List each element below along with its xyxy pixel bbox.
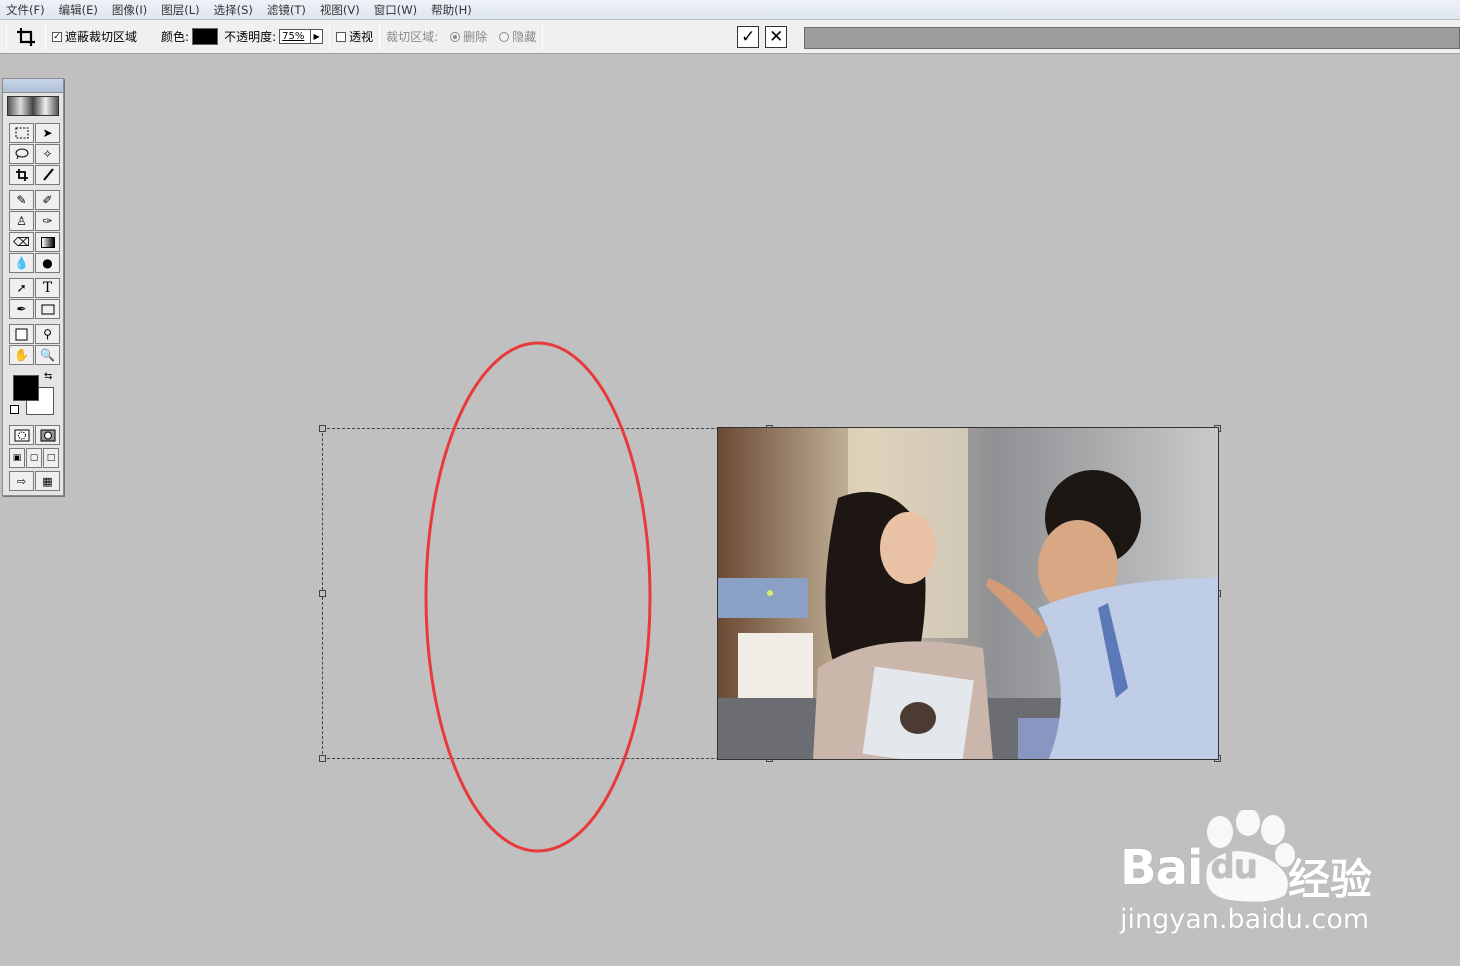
eyedropper-icon[interactable]: ⚲: [35, 324, 60, 344]
magic-wand-icon[interactable]: ✧: [35, 144, 60, 164]
jump-to-imageready-icon[interactable]: ⇨: [9, 471, 34, 491]
color-selector: ⇆: [10, 371, 60, 417]
opacity-field[interactable]: 75% ▶: [279, 29, 324, 44]
crop-icon[interactable]: [9, 165, 34, 185]
watermark-brand: Bai: [1120, 840, 1203, 896]
slice-icon[interactable]: [35, 165, 60, 185]
quick-mask-icon[interactable]: [35, 425, 60, 445]
divider: [542, 23, 544, 50]
clone-stamp-icon[interactable]: ♙: [9, 211, 34, 231]
gradient-icon[interactable]: [35, 232, 60, 252]
watermark-brand-du: du: [1210, 847, 1258, 887]
opacity-arrow-icon[interactable]: ▶: [310, 30, 322, 43]
menu-window[interactable]: 窗口(W): [374, 2, 417, 18]
path-select-icon[interactable]: ➚: [9, 278, 34, 298]
type-icon[interactable]: T: [35, 278, 60, 298]
menu-image[interactable]: 图像(I): [112, 2, 147, 18]
rect-marquee-icon[interactable]: [9, 123, 34, 143]
menu-edit[interactable]: 编辑(E): [59, 2, 98, 18]
crop-handle-top-left[interactable]: [319, 425, 326, 432]
delete-radio-dot[interactable]: [450, 31, 461, 42]
perspective-checkbox[interactable]: 透视: [336, 28, 373, 45]
divider: [329, 23, 331, 50]
shield-checkbox-box[interactable]: ✓: [52, 31, 62, 42]
shield-color-swatch[interactable]: [192, 28, 219, 45]
rectangle-shape-icon[interactable]: [35, 299, 60, 319]
history-brush-icon[interactable]: ✑: [35, 211, 60, 231]
menu-view[interactable]: 视图(V): [320, 2, 360, 18]
blur-icon[interactable]: 💧: [9, 253, 34, 273]
zoom-icon[interactable]: 🔍: [35, 345, 60, 365]
brush-icon[interactable]: ✐: [35, 190, 60, 210]
menu-bar: 文件(F) 编辑(E) 图像(I) 图层(L) 选择(S) 滤镜(T) 视图(V…: [0, 0, 1460, 20]
perspective-checkbox-box[interactable]: [336, 31, 347, 42]
screen-mode-full-icon[interactable]: □: [43, 448, 59, 468]
delete-radio[interactable]: 删除: [450, 28, 487, 45]
foreground-color-swatch[interactable]: [13, 375, 39, 401]
imageready-icon[interactable]: ▦: [35, 471, 60, 491]
palette-well[interactable]: [804, 27, 1460, 49]
perspective-label: 透视: [349, 30, 374, 44]
tool-preset-crop-icon[interactable]: [13, 24, 39, 50]
crop-handle-middle-left[interactable]: [319, 590, 326, 597]
watermark-url: jingyan.baidu.com: [1120, 904, 1370, 935]
toolbox-title-bar[interactable]: [3, 79, 63, 93]
screen-mode-standard-icon[interactable]: ▣: [9, 448, 25, 468]
divider: [379, 23, 381, 50]
standard-mode-icon[interactable]: [9, 425, 34, 445]
dodge-icon[interactable]: ●: [35, 253, 60, 273]
screen-mode-full-menu-icon[interactable]: ▢: [26, 448, 42, 468]
cropped-area-label: 裁切区域:: [386, 30, 439, 44]
menu-select[interactable]: 选择(S): [214, 2, 253, 18]
watermark-product: 经验: [1288, 855, 1373, 904]
swap-colors-icon[interactable]: ⇆: [44, 371, 52, 382]
color-label: 颜色:: [161, 30, 190, 44]
hide-radio[interactable]: 隐藏: [499, 28, 536, 45]
toolbox: ➤ ✧ ✎ ✐ ♙ ✑ ⌫ 💧 ● ➚ T ✒ ⚲ ✋ 🔍 ⇆ ▣ ▢ □ ⇨ …: [2, 78, 64, 496]
pen-icon[interactable]: ✒: [9, 299, 34, 319]
hide-radio-dot[interactable]: [499, 31, 510, 42]
app-logo[interactable]: [7, 96, 59, 116]
annotation-ellipse: [424, 341, 652, 853]
shield-checkbox[interactable]: ✓ 遮蔽裁切区域: [52, 28, 137, 45]
commit-crop-button[interactable]: ✓: [737, 25, 760, 48]
divider: [45, 23, 46, 50]
baidu-jingyan-watermark: Bai du 经验 jingyan.baidu.com: [1120, 808, 1420, 940]
hide-label: 隐藏: [512, 30, 537, 44]
crop-handle-bottom-left[interactable]: [319, 755, 326, 762]
opacity-label: 不透明度:: [224, 30, 277, 44]
divider: [6, 23, 7, 50]
healing-brush-icon[interactable]: ✎: [9, 190, 34, 210]
notes-icon[interactable]: [9, 324, 34, 344]
menu-filter[interactable]: 滤镜(T): [267, 2, 306, 18]
menu-help[interactable]: 帮助(H): [431, 2, 472, 18]
lasso-icon[interactable]: [9, 144, 34, 164]
opacity-value[interactable]: 75%: [280, 31, 310, 42]
menu-file[interactable]: 文件(F): [6, 2, 45, 18]
document-image: [717, 427, 1219, 760]
delete-label: 删除: [463, 30, 488, 44]
default-colors-icon[interactable]: [10, 405, 19, 414]
eraser-icon[interactable]: ⌫: [9, 232, 34, 252]
menu-layer[interactable]: 图层(L): [161, 2, 199, 18]
cancel-crop-button[interactable]: ✕: [765, 25, 788, 48]
move-icon[interactable]: ➤: [35, 123, 60, 143]
shield-label: 遮蔽裁切区域: [65, 30, 138, 44]
hand-icon[interactable]: ✋: [9, 345, 34, 365]
